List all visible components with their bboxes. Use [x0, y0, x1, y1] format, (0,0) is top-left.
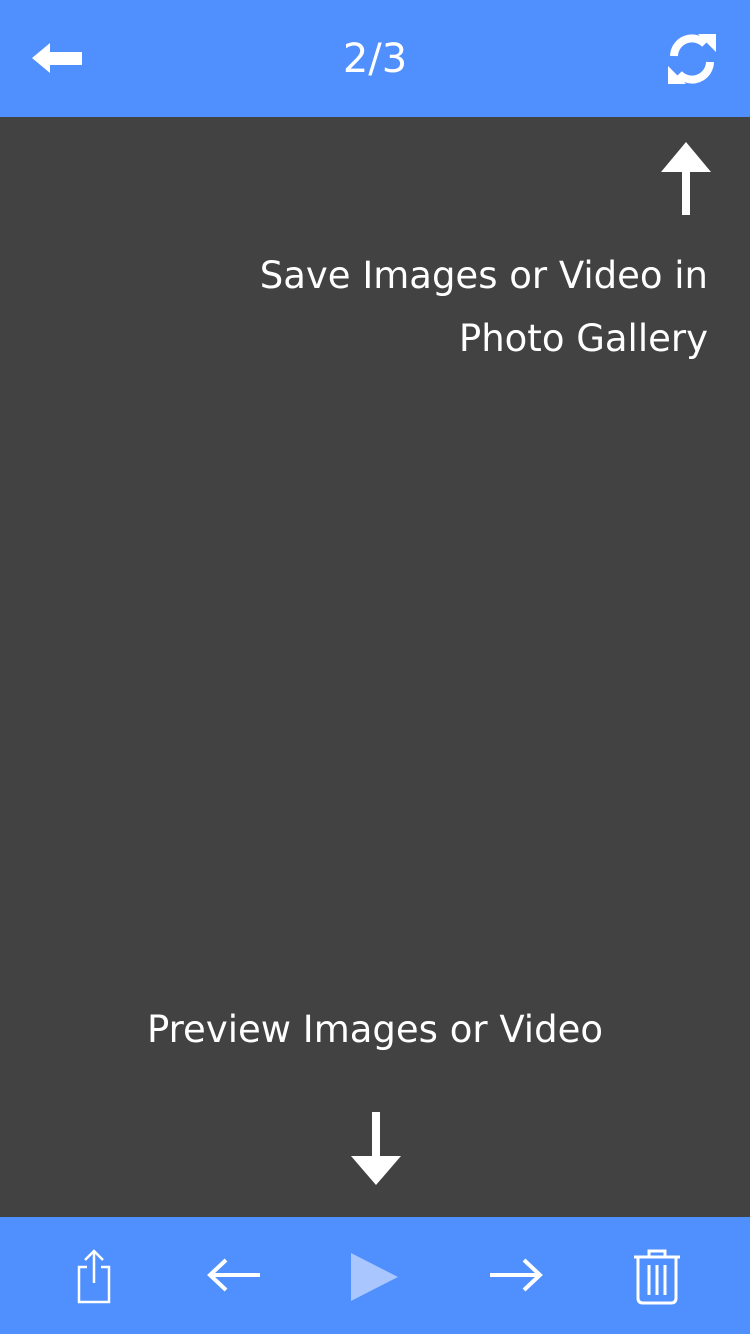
previous-arrow-icon	[204, 1255, 264, 1295]
page-counter: 2/3	[342, 36, 408, 82]
preview-hint: Preview Images or Video	[147, 1008, 603, 1051]
down-arrow-icon	[350, 1112, 402, 1186]
back-arrow-icon	[28, 38, 88, 78]
top-bar: 2/3	[0, 0, 750, 117]
previous-button[interactable]	[204, 1255, 264, 1295]
refresh-icon	[664, 32, 720, 86]
share-button[interactable]	[74, 1247, 114, 1305]
back-button[interactable]	[28, 38, 88, 78]
refresh-button[interactable]	[664, 32, 720, 86]
share-icon	[74, 1247, 114, 1305]
screen: 2/3 Save Images or Video in Photo Galler…	[0, 0, 750, 1334]
play-button[interactable]	[348, 1251, 400, 1303]
bottom-toolbar	[0, 1217, 750, 1334]
up-arrow-icon	[660, 142, 712, 216]
save-hint-line1: Save Images or Video in	[259, 254, 708, 297]
play-icon	[348, 1251, 400, 1303]
delete-button[interactable]	[632, 1247, 682, 1305]
next-button[interactable]	[486, 1255, 546, 1295]
save-hint-line2: Photo Gallery	[458, 317, 708, 360]
save-hint: Save Images or Video in Photo Gallery	[108, 244, 708, 370]
trash-icon	[632, 1247, 682, 1305]
next-arrow-icon	[486, 1255, 546, 1295]
